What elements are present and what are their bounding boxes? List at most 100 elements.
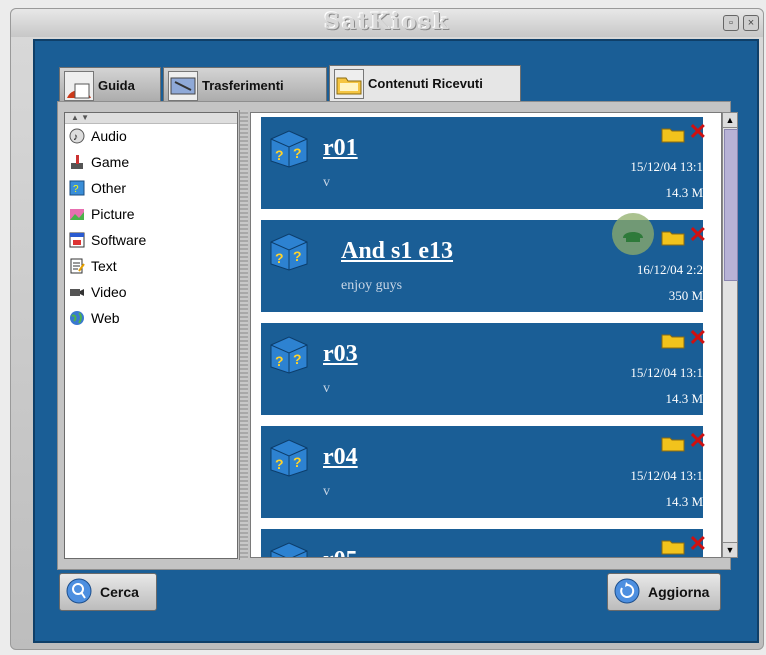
category-label: Web bbox=[91, 310, 120, 326]
folder-icon[interactable] bbox=[661, 537, 685, 555]
list-item[interactable]: r05 ✕ bbox=[261, 529, 707, 557]
category-sort-handle[interactable]: ▲ ▼ bbox=[65, 113, 237, 124]
category-item-other[interactable]: ? Other bbox=[65, 176, 237, 202]
received-content-icon bbox=[334, 69, 364, 99]
tab-label: Contenuti Ricevuti bbox=[368, 76, 483, 91]
category-label: Picture bbox=[91, 206, 135, 222]
delete-icon[interactable]: ✕ bbox=[689, 121, 707, 143]
category-item-picture[interactable]: Picture bbox=[65, 202, 237, 228]
scroll-up-icon[interactable]: ▲ bbox=[723, 113, 737, 128]
item-description: v bbox=[323, 484, 330, 499]
main-frame: Guida Trasferimenti Contenuti Ricevuti ▲… bbox=[33, 39, 759, 643]
category-item-audio[interactable]: ♪ Audio bbox=[65, 124, 237, 150]
item-title-link[interactable]: r01 bbox=[323, 135, 358, 162]
category-item-text[interactable]: Text bbox=[65, 254, 237, 280]
svg-text:♪: ♪ bbox=[73, 132, 78, 143]
svg-text:?: ? bbox=[275, 250, 284, 266]
content-panel: ▲ ▼ ♪ Audio Game ? Other Picture Softwar… bbox=[57, 101, 738, 570]
panel-splitter[interactable] bbox=[239, 110, 248, 560]
svg-text:?: ? bbox=[293, 454, 302, 470]
svg-text:?: ? bbox=[293, 145, 302, 161]
tab-contenuti-ricevuti[interactable]: Contenuti Ricevuti bbox=[329, 65, 521, 104]
game-icon bbox=[71, 155, 83, 169]
guide-icon bbox=[64, 71, 94, 101]
svg-text:?: ? bbox=[275, 353, 284, 369]
phone-icon[interactable] bbox=[621, 226, 645, 244]
minimize-icon[interactable]: ▫ bbox=[723, 15, 739, 31]
svg-text:?: ? bbox=[293, 351, 302, 367]
item-title-link[interactable]: r03 bbox=[323, 341, 358, 368]
item-title-link[interactable]: And s1 e13 bbox=[341, 238, 453, 265]
video-icon bbox=[70, 289, 84, 296]
item-description: enjoy guys bbox=[341, 278, 403, 293]
item-size: 350 M bbox=[668, 288, 703, 303]
delete-icon[interactable]: ✕ bbox=[689, 533, 707, 555]
search-button-label: Cerca bbox=[100, 584, 139, 600]
folder-icon[interactable] bbox=[661, 228, 685, 246]
unknown-content-icon bbox=[270, 542, 308, 557]
list-item[interactable]: ?? And s1 e13 enjoy guys ✕ 16/12/04 2:2 … bbox=[261, 213, 707, 312]
web-icon bbox=[70, 311, 84, 325]
scroll-thumb[interactable] bbox=[724, 129, 738, 281]
list-item[interactable]: ?? r03 v ✕ 15/12/04 13:1 14.3 M bbox=[261, 323, 707, 415]
software-icon bbox=[69, 232, 85, 248]
tab-label: Trasferimenti bbox=[202, 78, 284, 93]
picture-icon bbox=[70, 209, 84, 220]
category-item-web[interactable]: Web bbox=[65, 306, 237, 332]
item-date: 15/12/04 13:1 bbox=[630, 159, 703, 174]
item-description: v bbox=[323, 175, 330, 190]
refresh-button-label: Aggiorna bbox=[648, 584, 710, 600]
svg-text:?: ? bbox=[275, 456, 284, 472]
item-title-link[interactable]: r04 bbox=[323, 444, 358, 471]
delete-icon[interactable]: ✕ bbox=[689, 430, 707, 452]
app-title: SatKiosk bbox=[323, 9, 451, 35]
item-description: v bbox=[323, 381, 330, 396]
other-icon: ? bbox=[69, 180, 85, 196]
folder-icon[interactable] bbox=[661, 125, 685, 143]
category-label: Software bbox=[91, 232, 147, 248]
app-window: SatKiosk ▫ × Guida Trasferimenti Contenu… bbox=[10, 8, 764, 650]
category-label: Text bbox=[91, 258, 117, 274]
delete-icon[interactable]: ✕ bbox=[689, 327, 707, 349]
folder-icon[interactable] bbox=[661, 434, 685, 452]
category-item-video[interactable]: Video bbox=[65, 280, 237, 306]
unknown-content-icon: ?? bbox=[270, 336, 308, 374]
transfers-icon bbox=[168, 71, 198, 101]
item-size: 14.3 M bbox=[665, 185, 703, 200]
item-date: 15/12/04 13:1 bbox=[630, 468, 703, 483]
title-bar[interactable]: SatKiosk ▫ × bbox=[11, 9, 763, 37]
tab-trasferimenti[interactable]: Trasferimenti bbox=[163, 67, 327, 104]
unknown-content-icon: ?? bbox=[270, 233, 308, 271]
category-list: ▲ ▼ ♪ Audio Game ? Other Picture Softwar… bbox=[64, 112, 238, 559]
svg-text:?: ? bbox=[275, 147, 284, 163]
close-icon[interactable]: × bbox=[743, 15, 759, 31]
text-icon bbox=[70, 258, 85, 274]
audio-icon: ♪ bbox=[69, 128, 85, 144]
list-scrollbar[interactable]: ▲ ▼ bbox=[722, 112, 738, 558]
category-label: Audio bbox=[91, 128, 127, 144]
refresh-icon bbox=[614, 578, 640, 604]
tab-label: Guida bbox=[98, 78, 135, 93]
list-item[interactable]: ?? r01 v ✕ 15/12/04 13:1 14.3 M bbox=[261, 117, 707, 209]
search-icon bbox=[66, 578, 92, 604]
item-date: 16/12/04 2:2 bbox=[636, 262, 703, 277]
item-size: 14.3 M bbox=[665, 391, 703, 406]
unknown-content-icon: ?? bbox=[270, 130, 308, 168]
item-date: 15/12/04 13:1 bbox=[630, 365, 703, 380]
refresh-button[interactable]: Aggiorna bbox=[607, 573, 721, 611]
category-item-game[interactable]: Game bbox=[65, 150, 237, 176]
list-item[interactable]: ?? r04 v ✕ 15/12/04 13:1 14.3 M bbox=[261, 426, 707, 518]
category-label: Other bbox=[91, 180, 127, 196]
category-item-software[interactable]: Software bbox=[65, 228, 237, 254]
delete-icon[interactable]: ✕ bbox=[689, 224, 707, 246]
received-content-list: ?? r01 v ✕ 15/12/04 13:1 14.3 M ?? And s… bbox=[250, 112, 722, 558]
svg-text:?: ? bbox=[293, 248, 302, 264]
scroll-down-icon[interactable]: ▼ bbox=[723, 542, 737, 557]
category-label: Video bbox=[91, 284, 127, 300]
folder-icon[interactable] bbox=[661, 331, 685, 349]
tab-guida[interactable]: Guida bbox=[59, 67, 161, 104]
search-button[interactable]: Cerca bbox=[59, 573, 157, 611]
item-size: 14.3 M bbox=[665, 494, 703, 509]
unknown-content-icon: ?? bbox=[270, 439, 308, 477]
item-title-link[interactable]: r05 bbox=[323, 547, 358, 557]
